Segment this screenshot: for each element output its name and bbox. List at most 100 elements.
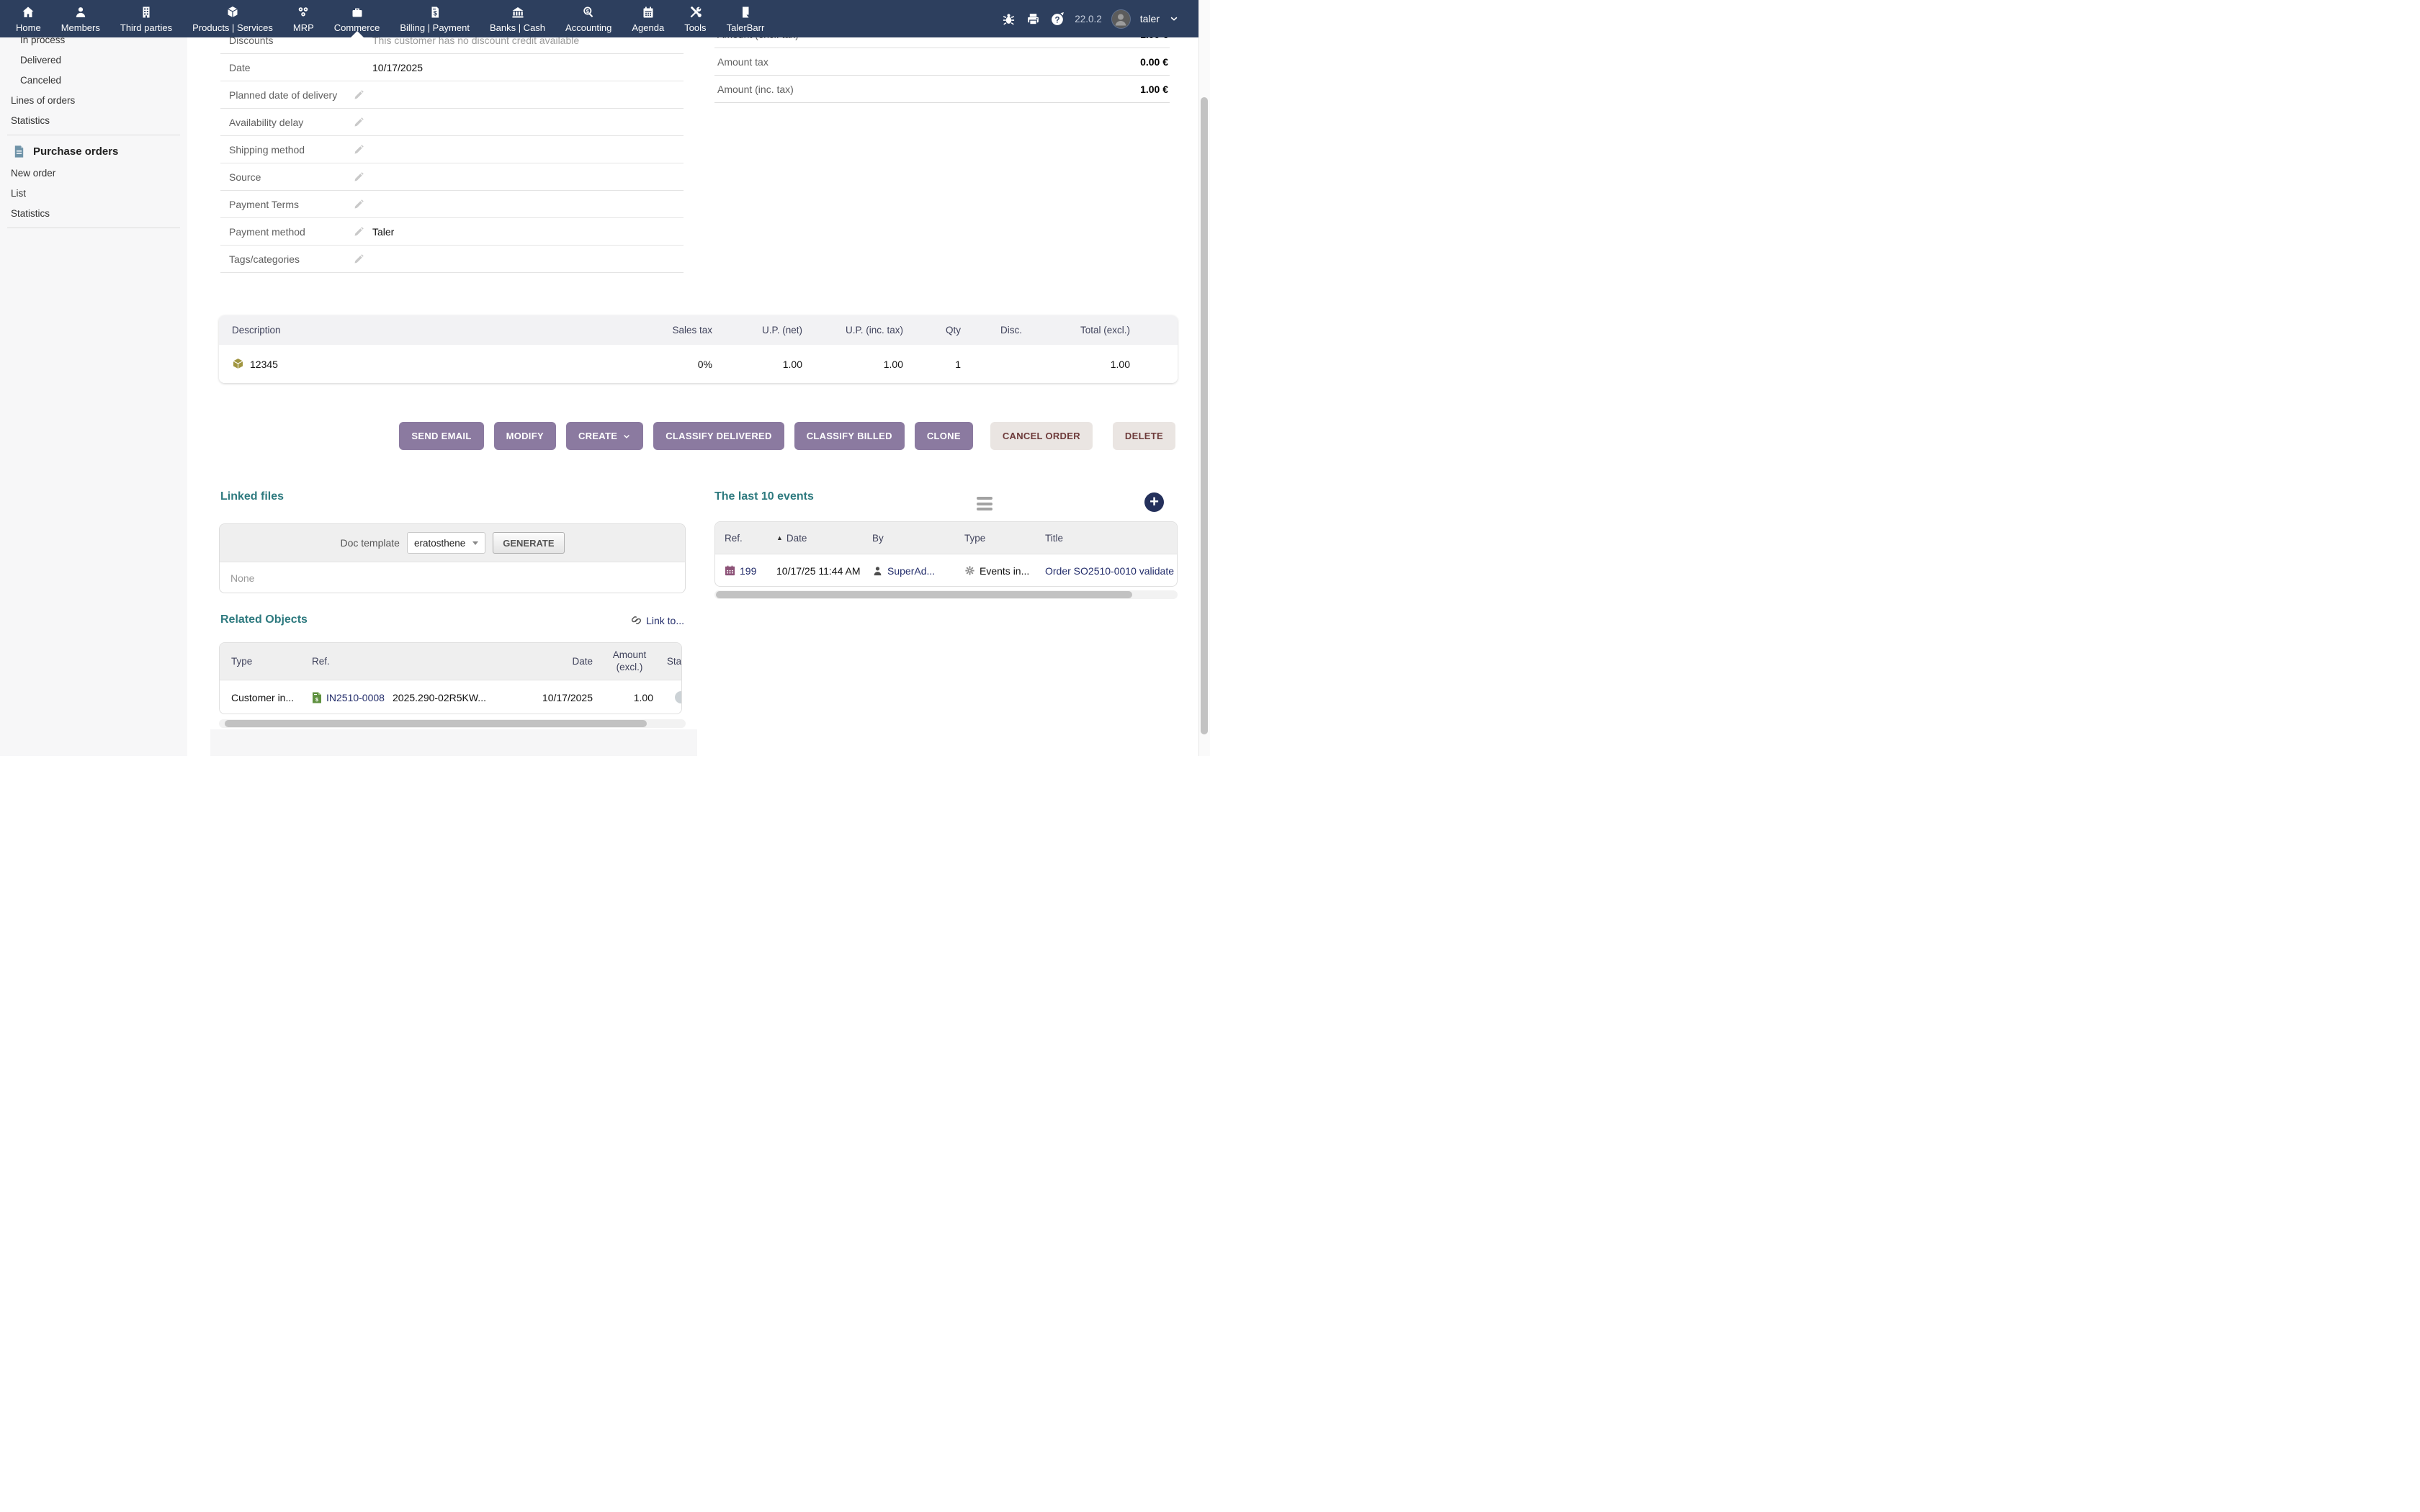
sidebar-item-list[interactable]: List [0, 184, 187, 204]
nav-item-label: Home [16, 22, 41, 33]
home-icon [21, 5, 35, 19]
nav-item-home[interactable]: Home [6, 0, 51, 37]
edit-pencil-icon[interactable] [353, 226, 372, 238]
order-lines-table: Description Sales tax U.P. (net) U.P. (i… [219, 315, 1178, 383]
field-row-date: Date 10/17/2025 [220, 54, 684, 81]
events-col-date[interactable]: ▲ Date [776, 533, 872, 544]
help-icon[interactable]: ? [1050, 12, 1065, 27]
nav-item-banks-cash[interactable]: Banks | Cash [480, 0, 555, 37]
avatar[interactable] [1111, 9, 1131, 29]
related-objects-table: Type Ref. Date Amount(excl.) Status Cust… [219, 642, 682, 714]
events-table: Ref. ▲ Date By Type Title 199 10/17/25 1… [714, 521, 1178, 587]
related-horizontal-scrollbar-thumb[interactable] [225, 720, 647, 727]
nav-item-mrp[interactable]: MRP [283, 0, 324, 37]
edit-pencil-icon[interactable] [353, 89, 372, 101]
events-col-type[interactable]: Type [964, 533, 1045, 544]
sidebar-item-in-process[interactable]: In process [0, 37, 187, 50]
doc-template-label: Doc template [340, 537, 399, 549]
bottom-strip [210, 729, 697, 756]
nav-item-label: Banks | Cash [490, 22, 545, 33]
create-button-label: CREATE [578, 431, 617, 441]
suitcase-icon [350, 5, 364, 19]
sidebar-item-statistics-sales[interactable]: Statistics [0, 111, 187, 131]
add-event-button[interactable]: + [1144, 492, 1164, 512]
sidebar-item-canceled[interactable]: Canceled [0, 71, 187, 91]
link-to-link[interactable]: Link to... [630, 614, 684, 626]
sidebar-header-purchase-orders[interactable]: Purchase orders [0, 140, 187, 162]
edit-pencil-icon[interactable] [353, 117, 372, 128]
chevron-down-icon[interactable] [1169, 14, 1179, 24]
event-calendar-icon [725, 565, 735, 576]
nav-item-label: Members [61, 22, 100, 33]
related-object-row: Customer in... $ IN2510-0008 2025.290-02… [220, 680, 681, 714]
print-icon[interactable] [1026, 12, 1041, 27]
send-email-button[interactable]: SEND EMAIL [399, 422, 483, 450]
total-label: Amount tax [717, 56, 768, 68]
create-button[interactable]: CREATE [566, 422, 643, 450]
events-title: The last 10 events [714, 490, 814, 503]
delete-button[interactable]: DELETE [1113, 422, 1175, 450]
product-cube-icon [232, 358, 244, 370]
user-name[interactable]: taler [1140, 13, 1160, 24]
classify-delivered-button[interactable]: CLASSIFY DELIVERED [653, 422, 784, 450]
vertical-scrollbar-thumb[interactable] [1201, 97, 1208, 734]
chain-link-icon [630, 614, 642, 626]
related-amount: 1.00 [606, 692, 659, 703]
col-total: Total (excl.) [1022, 325, 1130, 336]
line-product-ref[interactable]: 12345 [250, 359, 278, 370]
clone-button[interactable]: CLONE [915, 422, 973, 450]
nav-item-label: Products | Services [192, 22, 273, 33]
nav-item-billing-payment[interactable]: $ Billing | Payment [390, 0, 480, 37]
events-col-ref[interactable]: Ref. [715, 533, 776, 544]
cancel-order-button[interactable]: CANCEL ORDER [990, 422, 1093, 450]
field-label: Tags/categories [229, 253, 353, 265]
events-horizontal-scrollbar-thumb[interactable] [716, 591, 1132, 598]
bug-icon[interactable] [1001, 12, 1016, 27]
events-list-menu-icon[interactable] [977, 497, 992, 510]
events-horizontal-scrollbar[interactable] [714, 590, 1178, 599]
bank-icon [511, 5, 525, 19]
order-line-row: 12345 0% 1.00 1.00 1 1.00 [219, 345, 1178, 383]
sidebar-item-lines-of-orders[interactable]: Lines of orders [0, 91, 187, 111]
nav-item-agenda[interactable]: Agenda [622, 0, 674, 37]
gears-icon [296, 5, 310, 19]
related-ref-long: 2025.290-02R5KW... [393, 692, 534, 703]
nav-item-commerce[interactable]: Commerce [324, 0, 390, 37]
nav-item-third-parties[interactable]: Third parties [110, 0, 182, 37]
doc-template-select[interactable]: eratosthene [407, 532, 485, 554]
event-ref-link[interactable]: 199 [740, 565, 756, 577]
left-sidebar: In process Delivered Canceled Lines of o… [0, 37, 187, 756]
edit-pencil-icon[interactable] [353, 144, 372, 156]
field-row-shipping-method: Shipping method [220, 136, 684, 163]
event-by-link[interactable]: SuperAd... [887, 565, 935, 577]
field-row-availability-delay: Availability delay [220, 109, 684, 136]
event-title-link[interactable]: Order SO2510-0010 validate [1045, 565, 1174, 577]
events-col-by[interactable]: By [872, 533, 964, 544]
edit-pencil-icon[interactable] [353, 199, 372, 210]
nav-item-tools[interactable]: Tools [674, 0, 716, 37]
line-up-net: 1.00 [712, 359, 802, 370]
nav-item-talerbarr[interactable]: TalerBarr [717, 0, 775, 37]
generate-button[interactable]: GENERATE [493, 532, 564, 554]
sidebar-item-delivered[interactable]: Delivered [0, 50, 187, 71]
field-row-source: Source [220, 163, 684, 191]
classify-billed-button[interactable]: CLASSIFY BILLED [794, 422, 905, 450]
chevron-down-icon [622, 432, 631, 441]
edit-pencil-icon[interactable] [353, 253, 372, 265]
modify-button[interactable]: MODIFY [494, 422, 556, 450]
nav-item-members[interactable]: Members [51, 0, 110, 37]
nav-item-accounting[interactable]: $ Accounting [555, 0, 622, 37]
nav-item-products-services[interactable]: Products | Services [182, 0, 283, 37]
col-sales-tax: Sales tax [629, 325, 712, 336]
related-ref-link[interactable]: IN2510-0008 [326, 692, 385, 703]
linked-files-title: Linked files [220, 490, 284, 503]
sidebar-item-statistics-purchase[interactable]: Statistics [0, 204, 187, 224]
linked-files-header: Doc template eratosthene GENERATE [220, 524, 685, 562]
related-horizontal-scrollbar[interactable] [219, 719, 686, 728]
event-date: 10/17/25 11:44 AM [776, 565, 872, 577]
sidebar-item-new-order[interactable]: New order [0, 163, 187, 184]
calendar-icon [641, 5, 655, 19]
edit-pencil-icon[interactable] [353, 171, 372, 183]
vertical-scrollbar[interactable] [1198, 0, 1210, 756]
events-col-title[interactable]: Title [1045, 533, 1177, 544]
